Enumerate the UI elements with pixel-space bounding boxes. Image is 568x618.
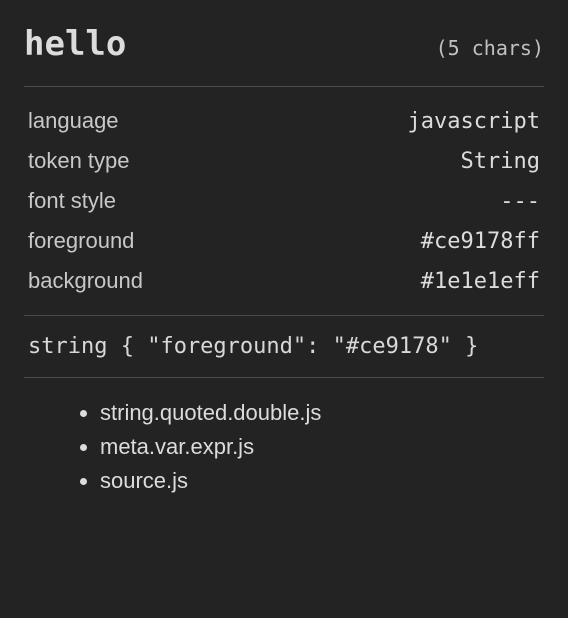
property-label: font style [28,188,116,214]
property-row-token-type: token type String [24,141,544,181]
token-header: hello (5 chars) [24,24,544,86]
scope-item: source.js [100,464,540,498]
token-text: hello [24,24,126,64]
scope-item: string.quoted.double.js [100,396,540,430]
property-label: token type [28,148,130,174]
property-row-language: language javascript [24,101,544,141]
theme-rule-text: string { "foreground": "#ce9178" } [28,334,478,359]
properties-table: language javascript token type String fo… [24,87,544,315]
scopes-list: string.quoted.double.js meta.var.expr.js… [24,378,544,498]
property-label: background [28,268,143,294]
char-count: (5 chars) [436,36,544,60]
property-label: foreground [28,228,134,254]
property-row-font-style: font style --- [24,181,544,221]
property-value: #ce9178ff [421,229,540,254]
property-label: language [28,108,119,134]
property-row-foreground: foreground #ce9178ff [24,221,544,261]
property-row-background: background #1e1e1eff [24,261,544,301]
property-value: javascript [408,109,540,134]
property-value: --- [500,189,540,214]
property-value: #1e1e1eff [421,269,540,294]
theme-rule-section: string { "foreground": "#ce9178" } [24,316,544,377]
property-value: String [461,149,540,174]
scope-item: meta.var.expr.js [100,430,540,464]
